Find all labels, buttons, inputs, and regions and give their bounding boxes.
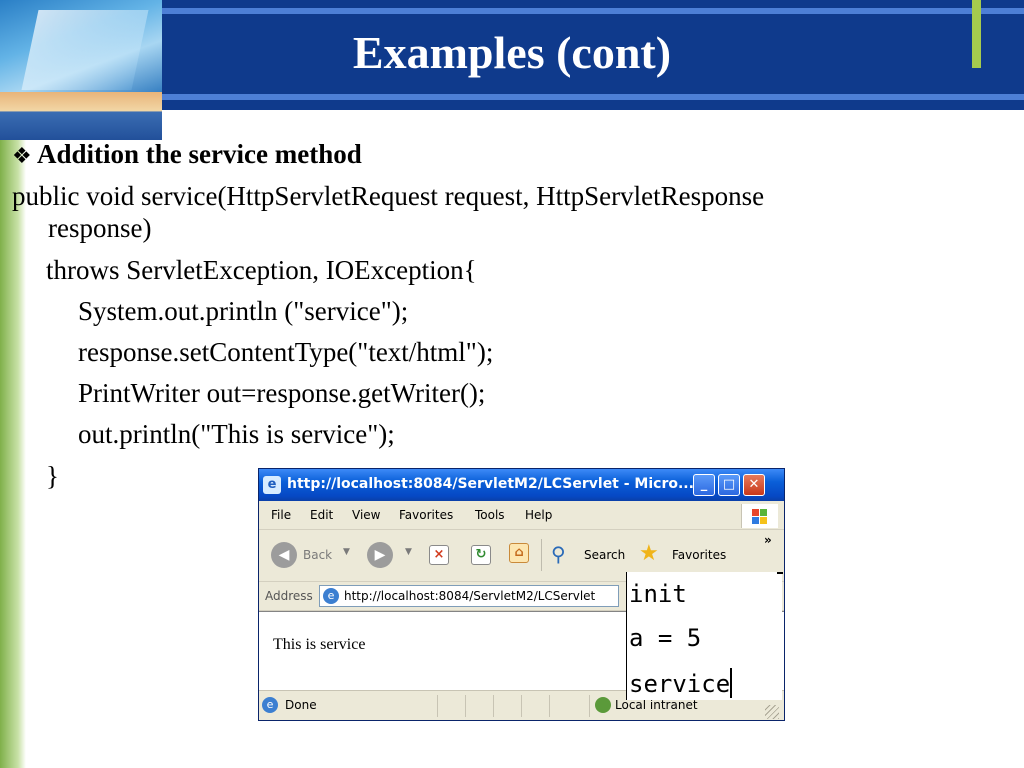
back-dropdown-icon[interactable]: ▼ [343,547,350,557]
back-button-label[interactable]: Back [303,548,332,562]
code-line: public void service(HttpServletRequest r… [12,181,765,211]
menu-tools[interactable]: Tools [475,508,505,522]
refresh-icon[interactable]: ↻ [471,545,491,565]
forward-arrow-icon[interactable]: ▶ [367,542,393,568]
status-text: Done [285,698,317,712]
bullet-line: ❖ Addition the service method [12,138,362,173]
intranet-zone-icon [595,697,611,713]
bullet-diamond-icon: ❖ [12,144,32,169]
window-titlebar[interactable]: e http://localhost:8084/ServletM2/LCServ… [259,469,784,501]
status-separator [521,695,522,717]
minimize-button[interactable]: _ [693,474,715,496]
code-line: response) [48,213,152,243]
favorites-button-label[interactable]: Favorites [672,548,726,562]
console-border [777,572,783,574]
menu-bar: File Edit View Favorites Tools Help [259,501,784,530]
status-separator [589,695,590,717]
close-button[interactable]: ✕ [743,474,765,496]
console-line: init [629,580,687,608]
code-line: PrintWriter out=response.getWriter(); [78,378,486,408]
code-line: } [46,461,59,491]
code-line: throws ServletException, IOException{ [46,255,477,285]
page-icon: e [323,588,339,604]
code-line: System.out.println ("service"); [78,296,409,326]
title-stripe [160,8,1024,14]
window-title: http://localhost:8084/ServletM2/LCServle… [287,476,694,492]
accent-bar [972,0,981,68]
toolbar-separator [541,539,542,571]
text-cursor [730,668,733,698]
page-content-text: This is service [273,636,366,653]
title-stripe [160,94,1024,100]
stop-icon[interactable]: × [429,545,449,565]
ie-page-icon: e [263,476,281,494]
corner-monitor-image [0,0,162,140]
slide-title: Examples (cont) [352,27,672,78]
status-separator [549,695,550,717]
console-line: a = 5 [629,624,702,652]
menu-help[interactable]: Help [525,508,552,522]
monitor-screen-glare [21,10,149,90]
menu-edit[interactable]: Edit [310,508,333,522]
status-separator [465,695,466,717]
code-line: out.println("This is service"); [78,419,395,449]
maximize-button[interactable]: □ [718,474,740,496]
menu-file[interactable]: File [271,508,291,522]
resize-grip[interactable] [765,705,779,719]
back-arrow-icon[interactable]: ◀ [271,542,297,568]
code-line: response.setContentType("text/html"); [78,337,494,367]
search-icon[interactable]: ⚲ [551,542,566,566]
forward-dropdown-icon[interactable]: ▼ [405,547,412,557]
address-input[interactable]: e http://localhost:8084/ServletM2/LCServ… [319,585,619,607]
menu-favorites[interactable]: Favorites [399,508,453,522]
address-value: http://localhost:8084/ServletM2/LCServle… [344,589,596,603]
console-output: init a = 5 service [626,572,783,700]
address-label: Address [265,589,313,603]
windows-flag-icon [741,504,778,528]
status-separator [493,695,494,717]
zone-text: Local intranet [615,698,698,712]
search-button-label[interactable]: Search [584,548,625,562]
console-line: service [629,668,733,698]
home-icon[interactable]: ⌂ [509,543,529,563]
status-page-icon: e [262,697,278,713]
console-line-text: service [629,670,731,698]
menu-view[interactable]: View [352,508,380,522]
monitor-base [0,92,162,140]
favorites-star-icon[interactable]: ★ [639,541,659,566]
bullet-text: Addition the service method [37,139,362,169]
toolbar-overflow-chevron[interactable]: » [764,533,772,547]
status-separator [437,695,438,717]
